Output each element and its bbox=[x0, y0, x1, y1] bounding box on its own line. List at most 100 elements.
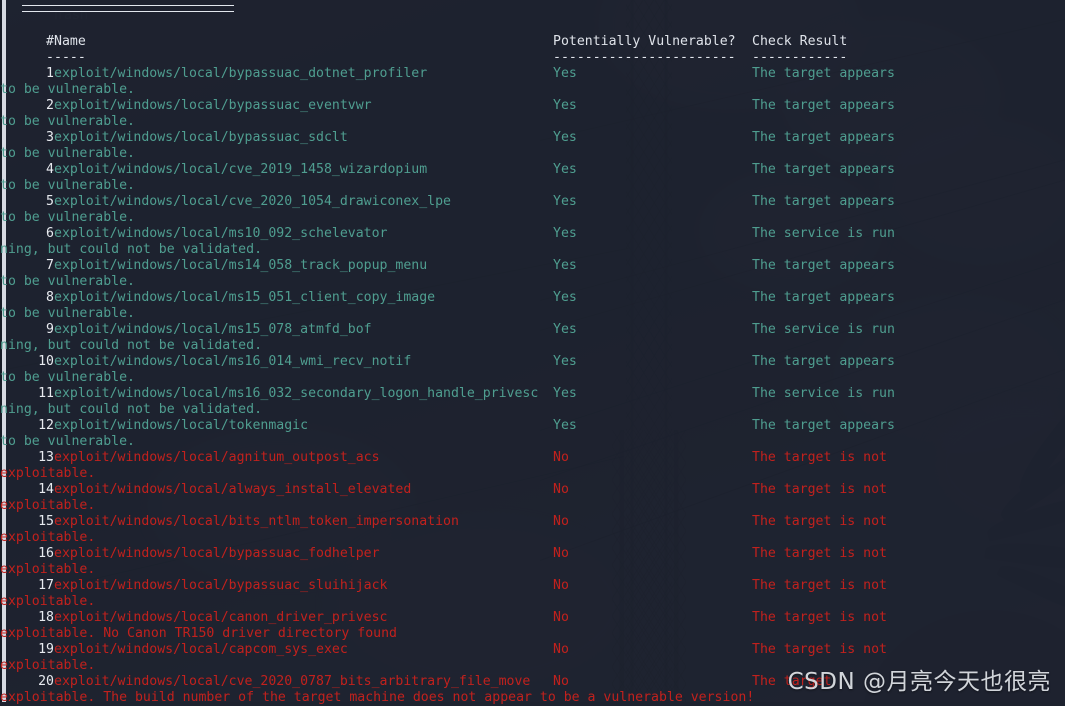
row-check-result-continuation: to be vulnerable. bbox=[0, 178, 135, 194]
row-vulnerable-cell: Yes bbox=[553, 162, 577, 178]
table-row-wrapped-text: to be vulnerable. bbox=[14, 434, 1065, 450]
row-index-cell: 8 bbox=[14, 290, 54, 306]
table-row-wrapped-text: to be vulnerable. bbox=[14, 82, 1065, 98]
table-row[interactable]: 15exploit/windows/local/bits_ntlm_token_… bbox=[14, 514, 1065, 530]
table-row[interactable]: 1exploit/windows/local/bypassuac_dotnet_… bbox=[14, 66, 1065, 82]
row-vulnerable-cell: Yes bbox=[553, 66, 577, 82]
row-vulnerable-cell: Yes bbox=[553, 418, 577, 434]
table-row-wrapped-text: to be vulnerable. bbox=[14, 114, 1065, 130]
row-check-result-continuation: to be vulnerable. bbox=[0, 306, 135, 322]
row-index-cell: 4 bbox=[14, 162, 54, 178]
row-check-result-cell: The target is not bbox=[752, 642, 887, 658]
column-header-index: # bbox=[14, 34, 54, 50]
row-index-cell: 16 bbox=[14, 546, 54, 562]
row-check-result-cell: The target appears bbox=[752, 98, 895, 114]
row-vulnerable-cell: Yes bbox=[553, 386, 577, 402]
terminal-window[interactable]: #Name Potentially Vulnerable? Check Result… bbox=[0, 0, 1065, 702]
row-vulnerable-cell: No bbox=[553, 450, 569, 466]
row-vulnerable-cell: Yes bbox=[553, 98, 577, 114]
table-row-wrapped-text: ning, but could not be validated. bbox=[14, 338, 1065, 354]
row-check-result-cell: The target appears bbox=[752, 290, 895, 306]
row-check-result-cell: The target appears bbox=[752, 418, 895, 434]
separator-index: - bbox=[14, 50, 54, 66]
table-row[interactable]: 9exploit/windows/local/ms15_078_atmfd_bo… bbox=[14, 322, 1065, 338]
table-row[interactable]: 2exploit/windows/local/bypassuac_eventvw… bbox=[14, 98, 1065, 114]
table-row[interactable]: 19exploit/windows/local/capcom_sys_execN… bbox=[14, 642, 1065, 658]
table-row[interactable]: 14exploit/windows/local/always_install_e… bbox=[14, 482, 1065, 498]
row-vulnerable-cell: Yes bbox=[553, 130, 577, 146]
row-index-cell: 7 bbox=[14, 258, 54, 274]
row-check-result-cell: The target appears bbox=[752, 66, 895, 82]
table-row[interactable]: 11exploit/windows/local/ms16_032_seconda… bbox=[14, 386, 1065, 402]
table-row-wrapped-text: to be vulnerable. bbox=[14, 274, 1065, 290]
row-check-result-cell: The target is not bbox=[752, 450, 887, 466]
row-check-result-continuation: exploitable. No Canon TR150 driver direc… bbox=[0, 626, 397, 642]
table-row[interactable]: 3exploit/windows/local/bypassuac_sdclt Ye… bbox=[14, 130, 1065, 146]
row-check-result-cell: The target appears bbox=[752, 194, 895, 210]
row-module-name-cell: exploit/windows/local/bypassuac_eventvwr bbox=[54, 98, 372, 114]
row-vulnerable-cell: Yes bbox=[553, 290, 577, 306]
row-module-name-cell: exploit/windows/local/canon_driver_prive… bbox=[54, 610, 387, 626]
row-module-name-cell: exploit/windows/local/bypassuac_sdclt bbox=[54, 130, 348, 146]
row-module-name-cell: exploit/windows/local/cve_2020_0787_bits… bbox=[54, 674, 530, 690]
row-check-result-continuation: to be vulnerable. bbox=[0, 82, 135, 98]
row-check-result-cell: The target bbox=[752, 674, 831, 690]
row-check-result-continuation: exploitable. bbox=[0, 466, 95, 482]
row-index-cell: 18 bbox=[14, 610, 54, 626]
row-module-name-cell: exploit/windows/local/ms14_058_track_pop… bbox=[54, 258, 427, 274]
row-check-result-continuation: exploitable. The build number of the tar… bbox=[0, 690, 754, 706]
row-index-cell: 11 bbox=[14, 386, 54, 402]
row-check-result-continuation: ning, but could not be validated. bbox=[0, 338, 262, 354]
table-row-wrapped-text: exploitable. bbox=[14, 530, 1065, 546]
row-vulnerable-cell: No bbox=[553, 610, 569, 626]
row-index-cell: 13 bbox=[14, 450, 54, 466]
table-row[interactable]: 16exploit/windows/local/bypassuac_fodhel… bbox=[14, 546, 1065, 562]
table-row[interactable]: 8exploit/windows/local/ms15_051_client_c… bbox=[14, 290, 1065, 306]
table-row[interactable]: 12exploit/windows/local/tokenmagicYesThe… bbox=[14, 418, 1065, 434]
terminal-output: #Name Potentially Vulnerable? Check Result… bbox=[14, 0, 1065, 702]
table-row[interactable]: 17exploit/windows/local/bypassuac_sluihi… bbox=[14, 578, 1065, 594]
row-module-name-cell: exploit/windows/local/bypassuac_fodhelpe… bbox=[54, 546, 380, 562]
column-header-name: Name bbox=[54, 34, 86, 50]
row-vulnerable-cell: Yes bbox=[553, 194, 577, 210]
row-vulnerable-cell: Yes bbox=[553, 258, 577, 274]
column-header-result: Check Result bbox=[752, 34, 847, 50]
row-module-name-cell: exploit/windows/local/bits_ntlm_token_im… bbox=[54, 514, 459, 530]
row-index-cell: 19 bbox=[14, 642, 54, 658]
table-row-wrapped-text: to be vulnerable. bbox=[14, 178, 1065, 194]
row-vulnerable-cell: Yes bbox=[553, 354, 577, 370]
table-row-wrapped-text: ning, but could not be validated. bbox=[14, 402, 1065, 418]
row-check-result-continuation: exploitable. bbox=[0, 562, 95, 578]
table-row[interactable]: 5exploit/windows/local/cve_2020_1054_dra… bbox=[14, 194, 1065, 210]
row-vulnerable-cell: No bbox=[553, 642, 569, 658]
table-row-wrapped-text: exploitable. bbox=[14, 466, 1065, 482]
row-check-result-cell: The target is not bbox=[752, 482, 887, 498]
table-row[interactable]: 20exploit/windows/local/cve_2020_0787_bi… bbox=[14, 674, 1065, 690]
row-index-cell: 6 bbox=[14, 226, 54, 242]
table-row[interactable]: 18exploit/windows/local/canon_driver_pri… bbox=[14, 610, 1065, 626]
table-row[interactable]: 7exploit/windows/local/ms14_058_track_po… bbox=[14, 258, 1065, 274]
row-check-result-continuation: to be vulnerable. bbox=[0, 114, 135, 130]
table-row[interactable]: 6exploit/windows/local/ms10_092_scheleva… bbox=[14, 226, 1065, 242]
row-index-cell: 9 bbox=[14, 322, 54, 338]
row-module-name-cell: exploit/windows/local/tokenmagic bbox=[54, 418, 308, 434]
row-module-name-cell: exploit/windows/local/agnitum_outpost_ac… bbox=[54, 450, 380, 466]
row-check-result-continuation: to be vulnerable. bbox=[0, 210, 135, 226]
row-module-name-cell: exploit/windows/local/ms16_014_wmi_recv_… bbox=[54, 354, 411, 370]
column-header-vulnerable: Potentially Vulnerable? bbox=[553, 34, 736, 50]
table-row[interactable]: 10exploit/windows/local/ms16_014_wmi_rec… bbox=[14, 354, 1065, 370]
table-row-wrapped-text: ning, but could not be validated. bbox=[14, 242, 1065, 258]
row-check-result-continuation: exploitable. bbox=[0, 498, 95, 514]
row-check-result-continuation: ning, but could not be validated. bbox=[0, 402, 262, 418]
row-index-cell: 3 bbox=[14, 130, 54, 146]
row-module-name-cell: exploit/windows/local/ms10_092_schelevat… bbox=[54, 226, 387, 242]
table-row[interactable]: 4exploit/windows/local/cve_2019_1458_wiz… bbox=[14, 162, 1065, 178]
row-module-name-cell: exploit/windows/local/cve_2019_1458_wiza… bbox=[54, 162, 427, 178]
row-index-cell: 10 bbox=[14, 354, 54, 370]
row-index-cell: 14 bbox=[14, 482, 54, 498]
row-module-name-cell: exploit/windows/local/ms15_078_atmfd_bof bbox=[54, 322, 372, 338]
row-check-result-cell: The service is run bbox=[752, 386, 895, 402]
row-index-cell: 15 bbox=[14, 514, 54, 530]
table-row[interactable]: 13exploit/windows/local/agnitum_outpost_… bbox=[14, 450, 1065, 466]
row-index-cell: 20 bbox=[14, 674, 54, 690]
